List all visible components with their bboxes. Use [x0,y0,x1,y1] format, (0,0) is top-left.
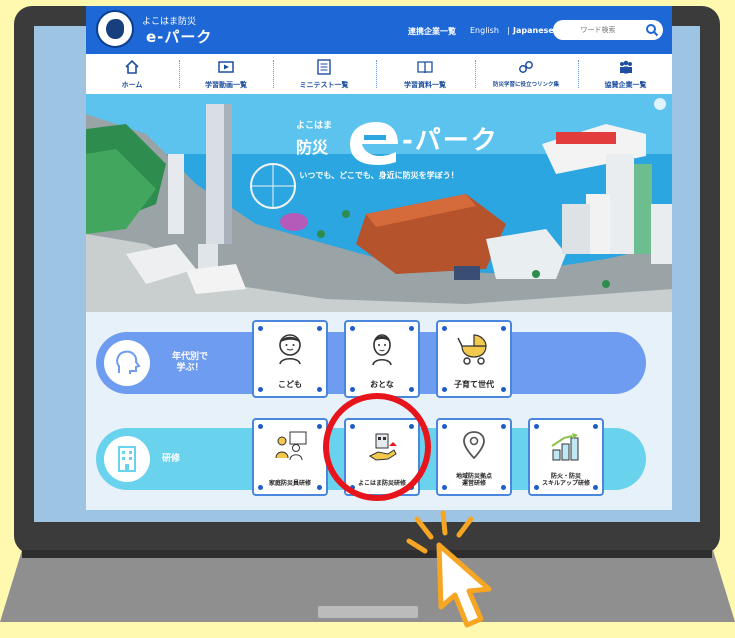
building-icon [118,446,136,472]
nav-label: 協賛企業一覧 [604,81,647,89]
card-evacuation-center-training[interactable]: 地域防災拠点 運営研修 [436,418,512,496]
card-label: おとな [370,380,394,389]
nav-label: ミニテスト一覧 [299,81,349,89]
english-link[interactable]: English [470,26,499,35]
site-logo[interactable] [96,10,134,48]
home-icon [125,59,139,74]
nav-label: 学習動画一覧 [205,81,247,89]
pointer-arrow-icon [436,542,492,628]
main-nav: ホーム 学習動画一覧 ミニテスト一覧 学習資料一覧 防災学習に役立つリンク集 協… [86,54,672,95]
nav-item-sponsors[interactable]: 協賛企業一覧 [579,54,672,94]
card-label: 家庭防災員研修 [268,480,311,487]
card-corner-dot [593,424,598,429]
nav-label: ホーム [121,81,143,89]
card-family-training[interactable]: 家庭防災員研修 [252,418,328,496]
nav-item-links[interactable]: 防災学習に役立つリンク集 [476,54,576,94]
test-icon [317,59,331,75]
link-icon [519,61,533,73]
book-icon [417,61,433,74]
card-corner-dot [258,326,263,331]
hero-tagline: いつでも、どこでも、身近に防災を学ぼう！ [299,171,459,180]
adult-icon [372,334,392,366]
logo-emblem-icon [106,19,124,39]
search-box [553,20,663,40]
card-adult[interactable]: おとな [344,320,420,398]
card-skillup-training[interactable]: 防火・防災 スキルアップ研修 [528,418,604,496]
highlight-circle [323,393,431,501]
site-header: よこはま防災 e-パーク 連携企業一覧 English | Japanese [86,6,672,54]
card-label: 地域防災拠点 運営研修 [455,473,492,487]
nav-item-videos[interactable]: 学習動画一覧 [180,54,272,94]
card-corner-dot [317,326,322,331]
hero-e-logo [350,122,398,165]
age-row-icon-circle [104,340,150,386]
card-corner-dot [442,424,447,429]
hero-banner: よこはま 防災 -パーク いつでも、どこでも、身近に防災を学ぼう！ [86,94,672,312]
head-profile-icon [116,350,141,374]
card-corner-dot [501,326,506,331]
click-cursor [406,510,492,628]
hero-title-small: よこはま [296,121,333,131]
card-label: 防火・防災 スキルアップ研修 [541,473,590,487]
nav-label: 防災学習に役立つリンク集 [492,82,559,88]
language-separator: | [507,26,510,35]
card-label: こども [278,380,302,389]
training-row-label: 研修 [161,454,180,464]
card-child[interactable]: こども [252,320,328,398]
chart-growth-icon [551,433,579,461]
card-corner-dot [350,326,355,331]
hero-title: -パーク [402,126,499,156]
card-label: 子育て世代 [454,380,494,389]
card-corner-dot [409,326,414,331]
hero-title-big: 防災 [296,138,329,157]
card-corner-dot [501,424,506,429]
search-input[interactable] [553,20,643,40]
nav-item-home[interactable]: ホーム [86,54,178,94]
search-icon[interactable] [645,23,659,37]
child-icon [279,334,301,365]
laptop-hinge [22,550,712,558]
video-icon [218,61,234,73]
site-name[interactable]: e-パーク [146,26,212,47]
card-corner-dot [442,326,447,331]
japanese-link[interactable]: Japanese [513,26,554,35]
training-row-icon-circle [104,436,150,482]
people-icon [619,60,632,74]
location-pin-icon [463,431,485,460]
family-training-icon [275,431,307,461]
age-row-label: 年代別で 学ぶ！ [171,352,208,373]
stroller-icon [457,334,487,365]
nav-item-minitests[interactable]: ミニテスト一覧 [274,54,374,94]
card-corner-dot [534,424,539,429]
card-corner-dot [317,424,322,429]
card-corner-dot [258,424,263,429]
partners-link[interactable]: 連携企業一覧 [408,26,456,37]
card-parenting[interactable]: 子育て世代 [436,320,512,398]
nav-item-materials[interactable]: 学習資料一覧 [377,54,473,94]
nav-label: 学習資料一覧 [404,81,446,89]
